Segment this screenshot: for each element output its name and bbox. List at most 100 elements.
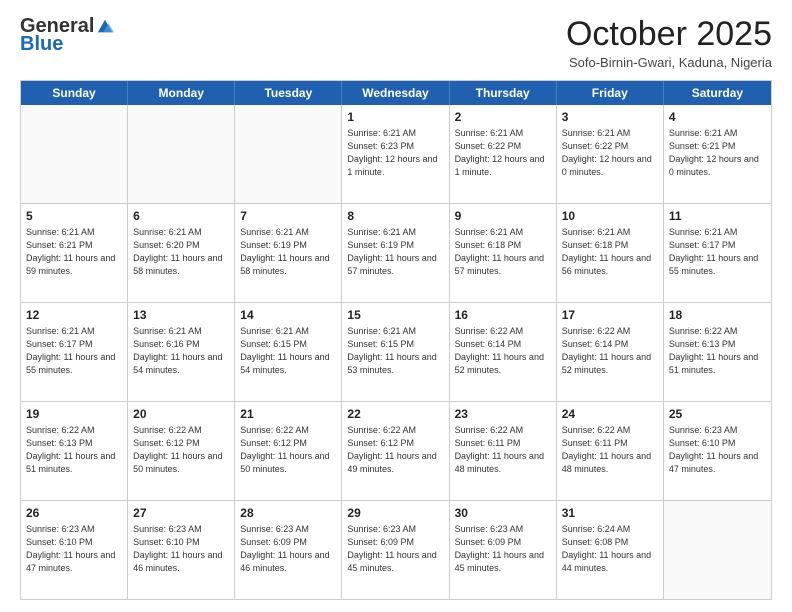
cell-info: Sunrise: 6:23 AM Sunset: 6:09 PM Dayligh… [455, 523, 551, 575]
calendar-cell: 26Sunrise: 6:23 AM Sunset: 6:10 PM Dayli… [21, 501, 128, 599]
calendar-cell: 19Sunrise: 6:22 AM Sunset: 6:13 PM Dayli… [21, 402, 128, 500]
day-number: 5 [26, 208, 122, 225]
day-number: 14 [240, 307, 336, 324]
calendar-cell: 13Sunrise: 6:21 AM Sunset: 6:16 PM Dayli… [128, 303, 235, 401]
header: General Blue October 2025 Sofo-Birnin-Gw… [20, 16, 772, 70]
calendar-cell: 17Sunrise: 6:22 AM Sunset: 6:14 PM Dayli… [557, 303, 664, 401]
calendar-cell [664, 501, 771, 599]
day-number: 7 [240, 208, 336, 225]
header-wednesday: Wednesday [342, 81, 449, 105]
cell-info: Sunrise: 6:23 AM Sunset: 6:09 PM Dayligh… [240, 523, 336, 575]
cell-info: Sunrise: 6:21 AM Sunset: 6:19 PM Dayligh… [240, 226, 336, 278]
day-number: 22 [347, 406, 443, 423]
cell-info: Sunrise: 6:22 AM Sunset: 6:14 PM Dayligh… [455, 325, 551, 377]
day-number: 1 [347, 109, 443, 126]
day-number: 31 [562, 505, 658, 522]
cell-info: Sunrise: 6:21 AM Sunset: 6:20 PM Dayligh… [133, 226, 229, 278]
cell-info: Sunrise: 6:21 AM Sunset: 6:15 PM Dayligh… [240, 325, 336, 377]
calendar-cell: 5Sunrise: 6:21 AM Sunset: 6:21 PM Daylig… [21, 204, 128, 302]
header-sunday: Sunday [21, 81, 128, 105]
logo: General Blue [20, 16, 114, 54]
header-saturday: Saturday [664, 81, 771, 105]
calendar-cell: 16Sunrise: 6:22 AM Sunset: 6:14 PM Dayli… [450, 303, 557, 401]
calendar-cell: 6Sunrise: 6:21 AM Sunset: 6:20 PM Daylig… [128, 204, 235, 302]
calendar-row-3: 19Sunrise: 6:22 AM Sunset: 6:13 PM Dayli… [21, 402, 771, 501]
calendar-row-0: 1Sunrise: 6:21 AM Sunset: 6:23 PM Daylig… [21, 105, 771, 204]
calendar-cell: 20Sunrise: 6:22 AM Sunset: 6:12 PM Dayli… [128, 402, 235, 500]
cell-info: Sunrise: 6:21 AM Sunset: 6:19 PM Dayligh… [347, 226, 443, 278]
cell-info: Sunrise: 6:22 AM Sunset: 6:13 PM Dayligh… [669, 325, 766, 377]
calendar-cell: 1Sunrise: 6:21 AM Sunset: 6:23 PM Daylig… [342, 105, 449, 203]
day-number: 3 [562, 109, 658, 126]
calendar-cell [235, 105, 342, 203]
day-number: 4 [669, 109, 766, 126]
calendar-cell [21, 105, 128, 203]
calendar-cell: 28Sunrise: 6:23 AM Sunset: 6:09 PM Dayli… [235, 501, 342, 599]
page: General Blue October 2025 Sofo-Birnin-Gw… [0, 0, 792, 612]
day-number: 29 [347, 505, 443, 522]
calendar-cell: 11Sunrise: 6:21 AM Sunset: 6:17 PM Dayli… [664, 204, 771, 302]
day-number: 19 [26, 406, 122, 423]
title-section: October 2025 Sofo-Birnin-Gwari, Kaduna, … [566, 16, 772, 70]
day-number: 18 [669, 307, 766, 324]
calendar-cell [128, 105, 235, 203]
location: Sofo-Birnin-Gwari, Kaduna, Nigeria [566, 55, 772, 70]
calendar-cell: 10Sunrise: 6:21 AM Sunset: 6:18 PM Dayli… [557, 204, 664, 302]
day-number: 28 [240, 505, 336, 522]
cell-info: Sunrise: 6:21 AM Sunset: 6:21 PM Dayligh… [26, 226, 122, 278]
day-number: 23 [455, 406, 551, 423]
cell-info: Sunrise: 6:21 AM Sunset: 6:22 PM Dayligh… [562, 127, 658, 179]
cell-info: Sunrise: 6:22 AM Sunset: 6:12 PM Dayligh… [133, 424, 229, 476]
cell-info: Sunrise: 6:21 AM Sunset: 6:21 PM Dayligh… [669, 127, 766, 179]
calendar-cell: 3Sunrise: 6:21 AM Sunset: 6:22 PM Daylig… [557, 105, 664, 203]
day-number: 16 [455, 307, 551, 324]
day-number: 27 [133, 505, 229, 522]
day-number: 20 [133, 406, 229, 423]
calendar-cell: 18Sunrise: 6:22 AM Sunset: 6:13 PM Dayli… [664, 303, 771, 401]
cell-info: Sunrise: 6:24 AM Sunset: 6:08 PM Dayligh… [562, 523, 658, 575]
cell-info: Sunrise: 6:21 AM Sunset: 6:17 PM Dayligh… [26, 325, 122, 377]
calendar-body: 1Sunrise: 6:21 AM Sunset: 6:23 PM Daylig… [21, 105, 771, 599]
day-number: 10 [562, 208, 658, 225]
day-number: 25 [669, 406, 766, 423]
calendar-cell: 23Sunrise: 6:22 AM Sunset: 6:11 PM Dayli… [450, 402, 557, 500]
header-tuesday: Tuesday [235, 81, 342, 105]
cell-info: Sunrise: 6:21 AM Sunset: 6:18 PM Dayligh… [562, 226, 658, 278]
calendar-cell: 30Sunrise: 6:23 AM Sunset: 6:09 PM Dayli… [450, 501, 557, 599]
day-number: 26 [26, 505, 122, 522]
calendar: Sunday Monday Tuesday Wednesday Thursday… [20, 80, 772, 600]
day-number: 13 [133, 307, 229, 324]
calendar-row-4: 26 Sunrise: 6:23 AM Sunset: 6:10 PM Dayli… [21, 501, 771, 599]
calendar-cell: 14Sunrise: 6:21 AM Sunset: 6:15 PM Dayli… [235, 303, 342, 401]
logo-icon [96, 18, 114, 36]
calendar-cell: 12Sunrise: 6:21 AM Sunset: 6:17 PM Dayli… [21, 303, 128, 401]
cell-info: Sunrise: 6:23 AM Sunset: 6:10 PM Dayligh… [133, 523, 229, 575]
calendar-cell: 22Sunrise: 6:22 AM Sunset: 6:12 PM Dayli… [342, 402, 449, 500]
day-number: 11 [669, 208, 766, 225]
cell-info: Sunrise: 6:21 AM Sunset: 6:18 PM Dayligh… [455, 226, 551, 278]
calendar-row-2: 12Sunrise: 6:21 AM Sunset: 6:17 PM Dayli… [21, 303, 771, 402]
calendar-cell: 4Sunrise: 6:21 AM Sunset: 6:21 PM Daylig… [664, 105, 771, 203]
cell-info: Sunrise: 6:21 AM Sunset: 6:17 PM Dayligh… [669, 226, 766, 278]
cell-info: Sunrise: 6:22 AM Sunset: 6:13 PM Dayligh… [26, 424, 122, 476]
calendar-cell: 29Sunrise: 6:23 AM Sunset: 6:09 PM Dayli… [342, 501, 449, 599]
day-number: 30 [455, 505, 551, 522]
cell-info: Sunrise: 6:21 AM Sunset: 6:22 PM Dayligh… [455, 127, 551, 179]
calendar-cell: 15Sunrise: 6:21 AM Sunset: 6:15 PM Dayli… [342, 303, 449, 401]
cell-info: Sunrise: 6:22 AM Sunset: 6:11 PM Dayligh… [562, 424, 658, 476]
calendar-cell: 27Sunrise: 6:23 AM Sunset: 6:10 PM Dayli… [128, 501, 235, 599]
cell-info: Sunrise: 6:23 AM Sunset: 6:09 PM Dayligh… [347, 523, 443, 575]
cell-info: Sunrise: 6:22 AM Sunset: 6:11 PM Dayligh… [455, 424, 551, 476]
cell-info: Sunrise: 6:21 AM Sunset: 6:16 PM Dayligh… [133, 325, 229, 377]
calendar-cell: 24Sunrise: 6:22 AM Sunset: 6:11 PM Dayli… [557, 402, 664, 500]
cell-info: Sunrise: 6:21 AM Sunset: 6:15 PM Dayligh… [347, 325, 443, 377]
day-number: 17 [562, 307, 658, 324]
calendar-cell: 9Sunrise: 6:21 AM Sunset: 6:18 PM Daylig… [450, 204, 557, 302]
calendar-cell: 31Sunrise: 6:24 AM Sunset: 6:08 PM Dayli… [557, 501, 664, 599]
day-number: 8 [347, 208, 443, 225]
day-number: 12 [26, 307, 122, 324]
header-friday: Friday [557, 81, 664, 105]
cell-info: Sunrise: 6:22 AM Sunset: 6:12 PM Dayligh… [347, 424, 443, 476]
day-number: 15 [347, 307, 443, 324]
calendar-cell: 8Sunrise: 6:21 AM Sunset: 6:19 PM Daylig… [342, 204, 449, 302]
